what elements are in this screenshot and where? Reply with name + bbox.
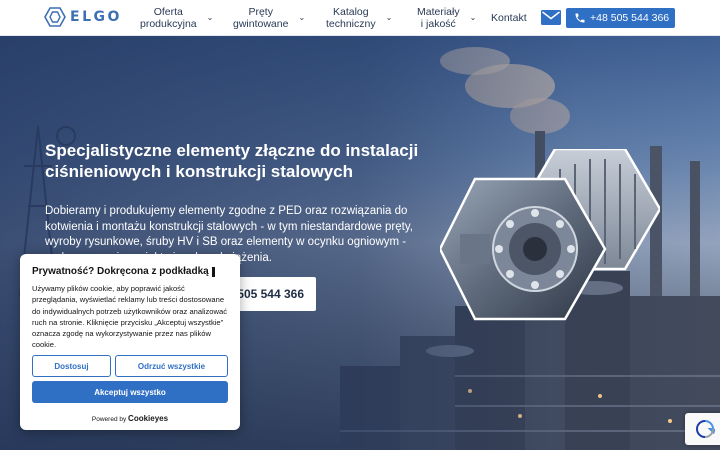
nav-prety[interactable]: Pręty gwintowane ⌄ [233, 6, 305, 30]
cookie-consent-dialog: Prywatność? Dokręcona z podkładką Używam… [20, 254, 240, 430]
logo-hexagon-icon [44, 7, 66, 27]
nav-oferta-label: Oferta produkcyjna [140, 6, 197, 30]
recaptcha-icon [695, 420, 715, 438]
cookieyes-logo[interactable]: Cookieyes [128, 414, 168, 423]
chevron-down-icon: ⌄ [206, 13, 214, 22]
nav-oferta[interactable]: Oferta produkcyjna ⌄ [140, 6, 213, 30]
phone-button[interactable]: +48 505 544 366 [566, 8, 675, 28]
reject-all-button[interactable]: Odrzuć wszystkie [115, 355, 228, 377]
nav-prety-label: Pręty gwintowane [233, 6, 289, 30]
mail-icon[interactable] [541, 10, 561, 25]
accept-all-button[interactable]: Akceptuj wszystko [32, 381, 228, 403]
nav-materialy[interactable]: Materiały i jakość ⌄ [417, 6, 476, 30]
chevron-down-icon: ⌄ [385, 13, 393, 22]
phone-button-label: +48 505 544 366 [590, 12, 670, 24]
nav-katalog-label: Katalog techniczny [326, 6, 376, 30]
recaptcha-badge[interactable] [685, 413, 720, 445]
nav-katalog[interactable]: Katalog techniczny ⌄ [326, 6, 392, 30]
logo[interactable]: ELGO [44, 7, 122, 27]
phone-icon [575, 13, 585, 23]
chevron-down-icon: ⌄ [469, 13, 477, 22]
powered-by-prefix: Powered by [91, 416, 127, 423]
cookie-title-row: Prywatność? Dokręcona z podkładką [32, 266, 228, 277]
cookie-text: Używamy plików cookie, aby poprawić jako… [32, 284, 228, 350]
product-hexagon-images [440, 149, 660, 321]
logo-text: ELGO [70, 9, 122, 25]
cookie-secondary-buttons: Dostosuj Odrzuć wszystkie [32, 355, 228, 377]
cursor-bar-icon [211, 266, 215, 277]
nav-kontakt[interactable]: Kontakt [491, 12, 527, 24]
chevron-down-icon: ⌄ [298, 13, 306, 22]
cookie-title: Prywatność? Dokręcona z podkładką [32, 266, 209, 277]
nav-materialy-label: Materiały i jakość [417, 6, 460, 30]
site-header: ELGO Oferta produkcyjna ⌄ Pręty gwintowa… [0, 0, 720, 36]
customize-button[interactable]: Dostosuj [32, 355, 111, 377]
hero-title: Specjalistyczne elementy złączne do inst… [45, 141, 419, 181]
powered-by: Powered by Cookieyes [20, 414, 240, 423]
